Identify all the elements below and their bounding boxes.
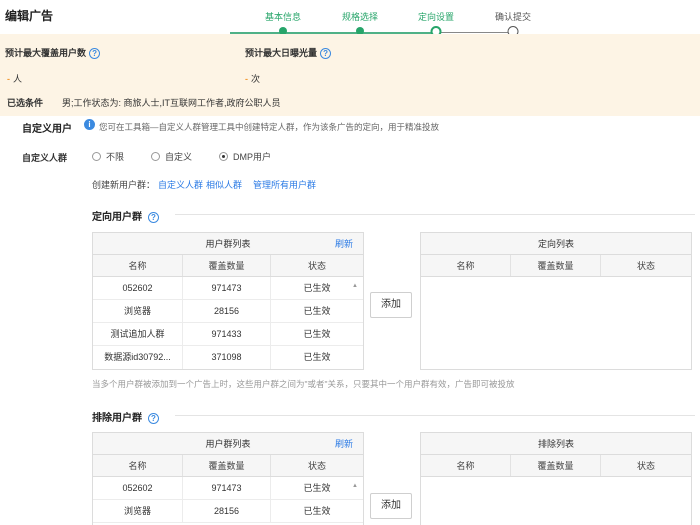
step-spec-select[interactable]: 规格选择	[342, 10, 378, 23]
top-bar: 编辑广告 基本信息 规格选择 定向设置 确认提交	[0, 0, 700, 37]
column-header-name[interactable]: 名称	[93, 455, 183, 476]
max-users-value: -人	[7, 74, 23, 84]
column-header-name[interactable]: 名称	[93, 255, 183, 276]
cell-count: 971473	[183, 277, 271, 299]
targeted-source-table: 用户群列表 刷新 名称 覆盖数量 状态 052602 971473 已生效 浏览…	[92, 232, 364, 370]
cell-status: 已生效	[303, 329, 331, 339]
radio-custom[interactable]: 自定义	[151, 150, 192, 163]
table-row[interactable]: 测试追加人群 971433 已生效	[93, 323, 363, 346]
cell-count: 28156	[183, 300, 271, 322]
cell-status: 已生效	[303, 506, 331, 516]
cell-status: 已生效	[303, 352, 331, 362]
cell-status: 已生效	[303, 283, 331, 293]
help-icon[interactable]: ?	[148, 211, 159, 223]
or-relation-note: 当多个用户群被添加到一个广告上时，这些用户群之间为"或者"关系，只要其中一个用户…	[92, 379, 515, 389]
radio-circle[interactable]	[92, 152, 101, 161]
divider	[175, 415, 695, 416]
create-group-row: 创建新用户群： 自定义人群 相似人群 管理所有用户群	[92, 178, 316, 191]
info-icon: i	[84, 119, 95, 130]
table-header-row: 名称 覆盖数量 状态	[421, 255, 691, 277]
targeted-groups-title: 定向用户群?	[92, 208, 159, 223]
step-targeting[interactable]: 定向设置	[418, 10, 454, 23]
table-row[interactable]: 浏览器 28156 已生效	[93, 300, 363, 323]
scroll-up-arrow-icon[interactable]: ▲	[352, 483, 358, 489]
table-row[interactable]: 052602 971473 已生效	[93, 277, 363, 300]
table-title: 定向列表	[421, 233, 691, 255]
table-title: 排除列表	[421, 433, 691, 455]
radio-unlimited[interactable]: 不限	[92, 150, 124, 163]
custom-users-description: 您可在工具箱—自定义人群管理工具中创建特定人群，作为该条广告的定向，用于精准投放	[99, 122, 440, 132]
custom-users-title: 自定义用户	[22, 124, 72, 135]
column-header-name[interactable]: 名称	[421, 455, 511, 476]
scroll-up-arrow-icon[interactable]: ▲	[352, 283, 358, 289]
cell-name: 浏览器	[93, 300, 183, 322]
table-row[interactable]: 数据源id30792... 371098 已生效	[93, 346, 363, 369]
targeted-selected-table: 定向列表 名称 覆盖数量 状态	[420, 232, 692, 370]
cell-name: 052602	[93, 477, 183, 499]
excluded-groups-title: 排除用户群?	[92, 409, 159, 424]
max-exposure-value: -次	[245, 74, 261, 84]
help-icon[interactable]: ?	[148, 412, 159, 424]
max-users-dash: -	[7, 74, 10, 84]
step-line-todo	[436, 32, 516, 33]
cell-name: 浏览器	[93, 500, 183, 522]
column-header-count[interactable]: 覆盖数量	[183, 255, 271, 276]
cell-count: 28156	[183, 500, 271, 522]
radio-circle[interactable]	[151, 152, 160, 161]
cell-status: 已生效	[303, 483, 331, 493]
cell-status: 已生效	[303, 306, 331, 316]
table-header-row: 名称 覆盖数量 状态	[421, 455, 691, 477]
help-icon[interactable]: ?	[320, 48, 332, 60]
cell-count: 971473	[183, 477, 271, 499]
radio-circle-checked[interactable]	[219, 152, 228, 161]
step-basic-info[interactable]: 基本信息	[265, 10, 301, 23]
refresh-link[interactable]: 刷新	[335, 433, 353, 455]
column-header-count[interactable]: 覆盖数量	[511, 455, 601, 476]
max-exposure-label: 预计最大日曝光量?	[245, 46, 332, 60]
link-custom-group[interactable]: 自定义人群	[158, 180, 203, 190]
conditions-text: 男;工作状态为: 商旅人士,IT互联网工作者,政府公职人员	[62, 98, 281, 108]
excluded-source-table: 用户群列表 刷新 名称 覆盖数量 状态 052602 971473 已生效 浏览…	[92, 432, 364, 525]
cell-name: 052602	[93, 277, 183, 299]
table-header-row: 名称 覆盖数量 状态	[93, 455, 363, 477]
table-row[interactable]: 052602 971473 已生效	[93, 477, 363, 500]
max-exposure-dash: -	[245, 74, 248, 84]
step-confirm[interactable]: 确认提交	[495, 10, 531, 23]
column-header-status[interactable]: 状态	[601, 255, 691, 276]
refresh-link[interactable]: 刷新	[335, 233, 353, 255]
column-header-status[interactable]: 状态	[601, 455, 691, 476]
link-manage-groups[interactable]: 管理所有用户群	[253, 180, 316, 190]
column-header-count[interactable]: 覆盖数量	[183, 455, 271, 476]
link-lookalike-group[interactable]: 相似人群	[206, 180, 242, 190]
cell-count: 371098	[183, 346, 271, 369]
column-header-count[interactable]: 覆盖数量	[511, 255, 601, 276]
max-users-label: 预计最大覆盖用户数?	[5, 46, 101, 60]
column-header-status[interactable]: 状态	[271, 455, 363, 476]
help-icon[interactable]: ?	[89, 48, 101, 60]
excluded-selected-table: 排除列表 名称 覆盖数量 状态	[420, 432, 692, 525]
column-header-name[interactable]: 名称	[421, 255, 511, 276]
cell-name: 数据源id30792...	[93, 346, 183, 369]
create-group-prefix: 创建新用户群：	[92, 180, 156, 190]
divider	[175, 214, 695, 215]
cell-name: 测试追加人群	[93, 323, 183, 345]
radio-dmp-users[interactable]: DMP用户	[219, 150, 271, 163]
page-title: 编辑广告	[5, 9, 54, 23]
custom-group-label: 自定义人群	[22, 153, 68, 163]
table-title: 用户群列表 刷新	[93, 233, 363, 255]
conditions-label: 已选条件	[7, 98, 44, 108]
add-excluded-button[interactable]: 添加	[370, 493, 412, 519]
column-header-status[interactable]: 状态	[271, 255, 363, 276]
add-targeted-button[interactable]: 添加	[370, 292, 412, 318]
estimate-summary: 预计最大覆盖用户数? -人 预计最大日曝光量? -次 已选条件 男;工作状态为:…	[0, 34, 700, 116]
table-title: 用户群列表 刷新	[93, 433, 363, 455]
table-row[interactable]: 浏览器 28156 已生效	[93, 500, 363, 523]
table-header-row: 名称 覆盖数量 状态	[93, 255, 363, 277]
cell-count: 971433	[183, 323, 271, 345]
